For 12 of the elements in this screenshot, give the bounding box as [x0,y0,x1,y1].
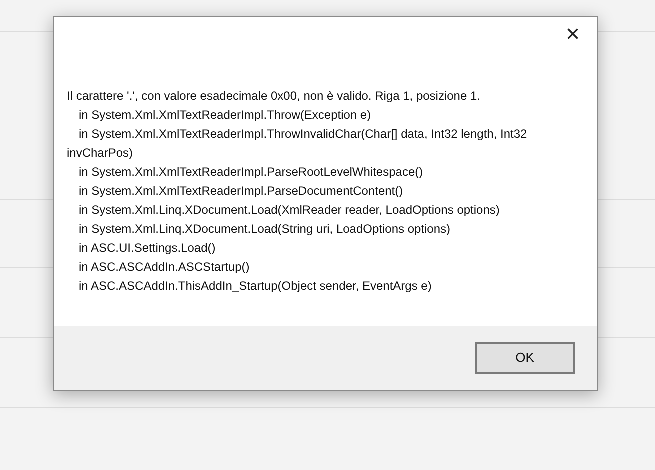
stack-trace-line: in System.Xml.Linq.XDocument.Load(String uri, LoadOptions options) [78,221,452,238]
ok-button[interactable]: OK [475,342,575,374]
stack-trace-line: in ASC.ASCAddIn.ThisAddIn_Startup(Object sender, EventArgs e) [78,278,433,295]
close-button[interactable]: × [561,23,585,47]
stack-trace-line: in ASC.UI.Settings.Load() [78,240,217,257]
stack-trace-line: in System.Xml.XmlTextReaderImpl.Throw(Exception e) [78,107,372,124]
stack-trace-line: in System.Xml.XmlTextReaderImpl.ParseDocumentContent() [78,183,404,200]
stack-trace-line: in System.Xml.Linq.XDocument.Load(XmlReader reader, LoadOptions options) [78,202,501,219]
error-message: Il carattere '.', con valore esadecimale 0x00, non è valido. Riga 1, posizione 1. [67,88,482,105]
stack-trace-line: in System.Xml.XmlTextReaderImpl.ParseRootLevelWhitespace() [78,164,424,181]
stack-trace-line: in System.Xml.XmlTextReaderImpl.ThrowInvalidChar(Char[] data, Int32 length, Int32 invCharPos) [67,126,528,162]
stack-trace-line: in ASC.ASCAddIn.ASCStartup() [78,259,251,276]
